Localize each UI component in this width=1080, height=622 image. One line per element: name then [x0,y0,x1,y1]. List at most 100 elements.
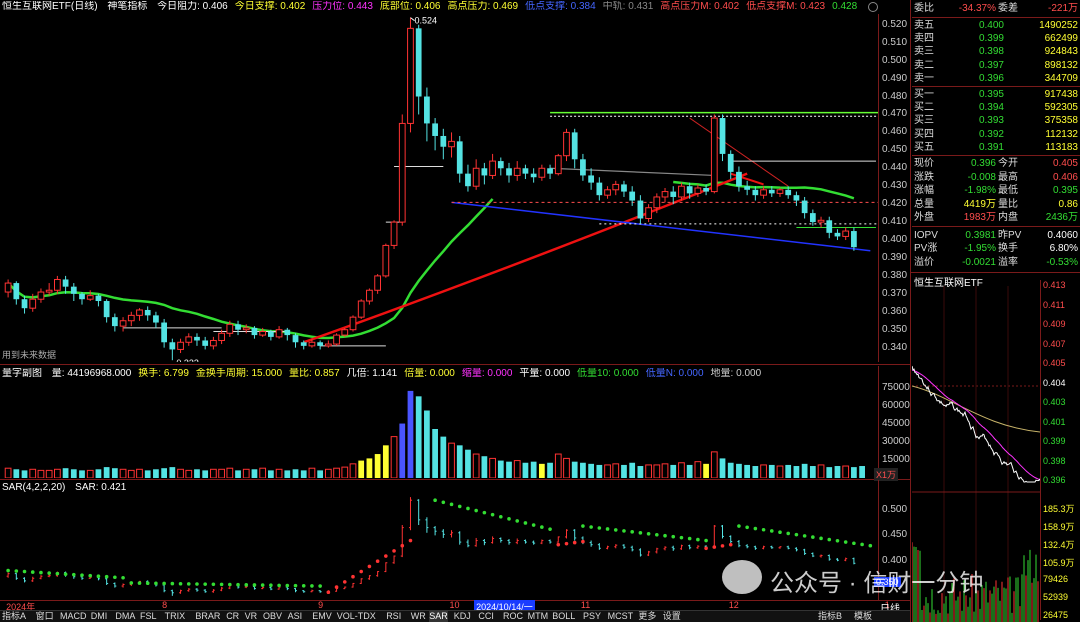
stat-row: 总量 4419万 量比 0.86 [912,199,1080,212]
stat-row: 溢价 -0.0021 溢率 -0.53% [912,257,1080,270]
volume-indicator-value: 缩量: 0.000 [461,368,513,379]
indicator-tab[interactable]: TRIX [165,610,186,622]
volume-bar [194,469,200,478]
indicator-tab[interactable]: VOL-TDX [337,610,376,622]
sar-dot [802,534,807,538]
indicator-tab[interactable]: SAR [429,610,448,622]
indicator-tab[interactable]: CR [226,610,239,622]
volume-bar [629,462,636,478]
indicator-tab[interactable]: VR [245,610,258,622]
indicator-tab[interactable]: MACD [60,610,87,622]
indicator-tab[interactable]: 设置 [663,610,681,622]
indicator-value: 低点支撑M: 0.423 [746,1,826,12]
indicator-tab[interactable]: BOLL [552,610,575,622]
sar-dot [121,575,125,580]
indicator-tab[interactable]: 窗口 [36,610,54,622]
indicator-tab[interactable]: OBV [263,610,282,622]
sar-bar [310,589,314,593]
sar-bar [105,578,109,586]
indicator-tab[interactable]: MTM [528,610,549,622]
candle [826,216,833,239]
intraday-volume-tick: 79426 [1043,574,1069,584]
indicator-tab[interactable]: FSL [140,610,157,622]
candle [645,204,652,223]
order-price: 0.394 [978,102,1004,114]
sar-bar [408,497,412,531]
candle [341,327,349,337]
sar-bar [392,555,396,564]
indicator-tab[interactable]: 更多 [638,610,656,622]
sar-dot [679,535,684,540]
indicator-tab[interactable]: PSY [583,610,601,622]
sar-dot [646,531,651,536]
candle [390,220,398,249]
candle [185,333,193,346]
sar-bar [113,582,117,588]
volume-panel-title[interactable]: 量字副图 [2,368,42,379]
indicator-tab[interactable]: RSI [386,610,401,622]
price-chart[interactable]: 0.524 0.333 [0,14,878,362]
indicator-tab[interactable]: EMV [312,610,332,622]
high-label: 0.524 [414,16,437,26]
sar-bar [523,539,527,544]
sar-dot [819,536,823,541]
stat-value: -1.98% [964,185,996,196]
sar-dot [498,514,503,519]
indicator-tab[interactable]: BRAR [195,610,220,622]
volume-bar [506,461,512,478]
sar-dot [63,572,68,576]
volume-bar [218,468,225,478]
sar-dot [630,530,634,534]
order-volume: 375358 [1044,115,1078,127]
sar-bar [261,586,265,590]
indicator-value: 底部位: 0.406 [379,1,441,12]
stat-row: 涨跌 -0.008 最高 0.406 [912,172,1080,185]
volume-tick: 15000 [882,454,910,466]
sar-dot [745,525,749,530]
indicator-name[interactable]: 神笔指标 [107,1,147,12]
volume-bar [809,466,816,478]
candle [793,191,800,206]
indicator-tab[interactable]: ROC [503,610,523,622]
security-title[interactable]: 恒生互联网ETF(日线) [2,1,98,12]
candle [842,227,850,241]
indicator-tab[interactable]: WR [411,610,426,622]
order-book: 委比 -34.37% 委差 -221万 卖五 0.400 1490252 卖四 0.39… [912,0,1080,286]
sar-panel-title[interactable]: SAR(4,2,2,20) [2,482,65,493]
volume-chart[interactable] [0,380,878,478]
indicator-tab[interactable]: ASI [288,610,303,622]
indicator-value: 0.428 [832,1,858,12]
indicator-tab[interactable]: CCI [478,610,494,622]
settings-icon[interactable] [868,2,878,12]
indicator-tab[interactable]: DMA [115,610,135,622]
order-row: 卖四 0.399 662499 [912,33,1080,46]
right-tab[interactable]: 模板 [854,610,872,622]
sar-dot [671,534,676,539]
volume-bar [54,468,61,478]
sar-dot [277,583,281,588]
candle [834,229,841,241]
candle [95,293,102,307]
sar-bar [696,545,700,549]
intraday-price-tick: 0.409 [1043,319,1066,329]
sar-dot [55,571,60,576]
sar-dot [384,554,388,558]
indicator-tab[interactable]: DMI [91,610,108,622]
sar-bar [203,589,207,593]
indicator-tab[interactable]: KDJ [454,610,471,622]
indicator-tab[interactable]: MCST [608,610,634,622]
volume-header: 量字副图 量: 44196968.000 换手: 6.799 金换手周期: 15.0… [2,368,872,380]
indicator-tab[interactable]: 指标A [2,610,26,622]
volume-bar [547,462,553,478]
intraday-price-tick: 0.399 [1043,436,1066,446]
candle [612,180,620,196]
price-tick: 0.370 [882,287,908,299]
sar-dot [178,581,183,586]
volume-bar [653,464,661,478]
intraday-y-axis: 0.413 0.411 0.409 0.407 0.405 0.404 0.403 0.401… [1040,280,1080,620]
volume-bar [119,468,127,478]
candle [349,315,357,332]
sar-bar [6,572,10,578]
right-tab[interactable]: 指标B [818,610,842,622]
sar-bar [121,583,125,588]
